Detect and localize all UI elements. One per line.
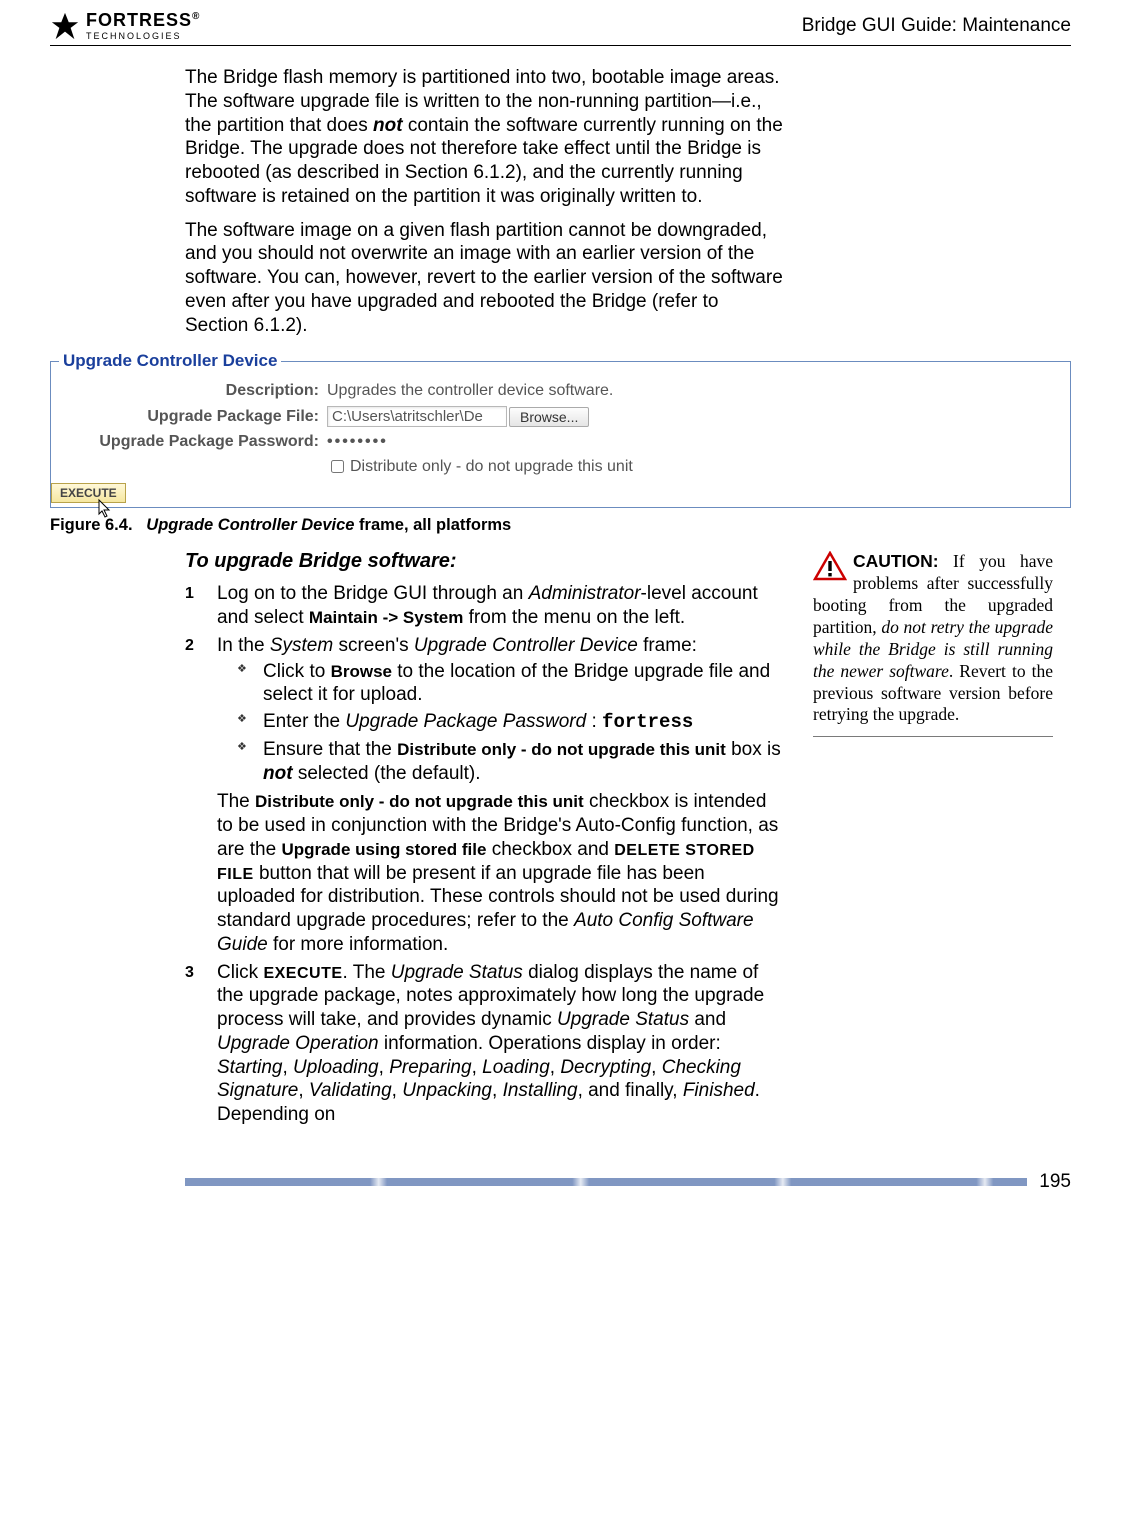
- figure-title-rest: frame, all platforms: [354, 516, 511, 534]
- description-label: Description:: [59, 382, 327, 400]
- step-3: Click EXECUTE. The Upgrade Status dialog…: [185, 961, 785, 1127]
- frame-legend: Upgrade Controller Device: [59, 351, 281, 371]
- fortress-logo-icon: [50, 11, 80, 41]
- step2-note: The Distribute only - do not upgrade thi…: [217, 790, 785, 956]
- upgrade-controller-frame: Upgrade Controller Device Description: U…: [50, 351, 1071, 508]
- page-footer: 195: [50, 1171, 1071, 1193]
- substep-password: Enter the Upgrade Package Password : for…: [237, 710, 785, 735]
- page-number: 195: [1039, 1171, 1071, 1193]
- distribute-only-checkbox[interactable]: [331, 460, 344, 473]
- procedure: To upgrade Bridge software: Log on to th…: [185, 549, 785, 1131]
- substep-browse: Click to Browse to the location of the B…: [237, 660, 785, 708]
- intro-p2: The software image on a given flash part…: [185, 219, 785, 338]
- caution-icon: [813, 551, 847, 581]
- substep-distribute: Ensure that the Distribute only - do not…: [237, 738, 785, 786]
- intro-text: The Bridge flash memory is partitioned i…: [185, 66, 785, 337]
- logo: FORTRESS® TECHNOLOGIES: [50, 10, 200, 41]
- package-password-label: Upgrade Package Password:: [59, 433, 327, 451]
- footer-bar: [185, 1178, 1027, 1186]
- browse-button[interactable]: Browse...: [509, 407, 589, 427]
- step-2: In the System screen's Upgrade Controlle…: [185, 634, 785, 957]
- caution-label: CAUTION:: [853, 551, 939, 571]
- step-1: Log on to the Bridge GUI through an Admi…: [185, 582, 785, 630]
- package-file-label: Upgrade Package File:: [59, 408, 327, 426]
- execute-button[interactable]: EXECUTE: [51, 483, 126, 503]
- figure-caption: Figure 6.4. Upgrade Controller Device fr…: [50, 516, 1071, 535]
- description-value: Upgrades the controller device software.: [327, 382, 613, 400]
- figure-number: Figure 6.4.: [50, 516, 133, 534]
- caution-callout: CAUTION: If you have problems after succ…: [813, 551, 1053, 737]
- package-file-input[interactable]: [327, 406, 507, 427]
- logo-text: FORTRESS: [86, 10, 192, 30]
- figure-title-em: Upgrade Controller Device: [146, 516, 354, 534]
- cursor-icon: [97, 498, 115, 523]
- intro-not: not: [373, 115, 403, 136]
- logo-subtext: TECHNOLOGIES: [86, 31, 200, 41]
- guide-title: Bridge GUI Guide: Maintenance: [802, 15, 1071, 37]
- page-header: FORTRESS® TECHNOLOGIES Bridge GUI Guide:…: [50, 10, 1071, 46]
- package-password-value[interactable]: ••••••••: [327, 433, 388, 451]
- distribute-only-label: Distribute only - do not upgrade this un…: [350, 458, 633, 476]
- procedure-heading: To upgrade Bridge software:: [185, 549, 785, 574]
